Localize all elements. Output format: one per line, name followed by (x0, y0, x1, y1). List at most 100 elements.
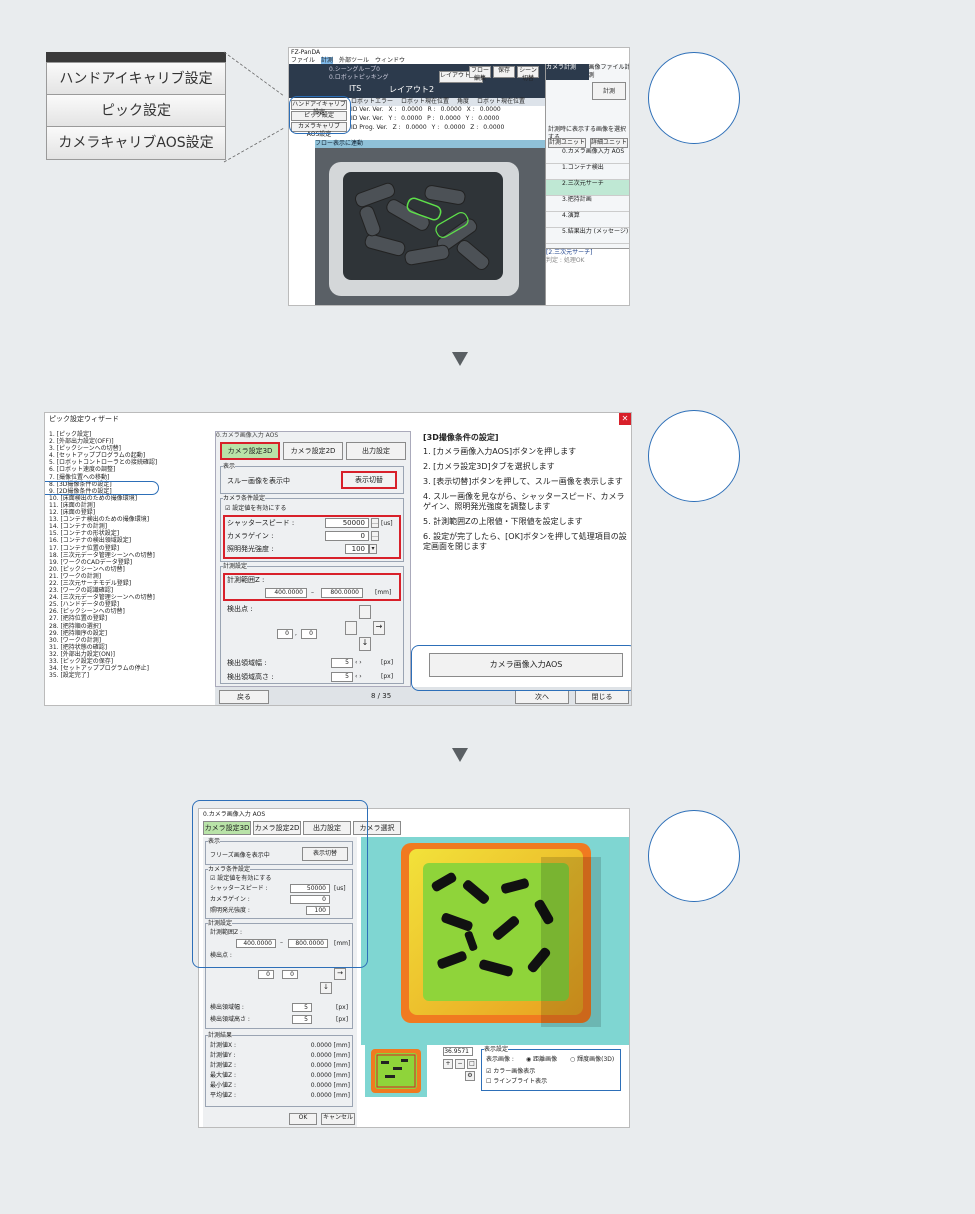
run-measure-button[interactable]: 計測 (592, 82, 626, 100)
wizard-step-item[interactable]: 10. [床面検出のための撮像環境] (49, 495, 217, 502)
detect-y-input[interactable]: 0 (301, 629, 317, 639)
measure-settings-group: 計測設定 計測範囲Z : 400.0000 – 800.0000 [mm] 検出… (220, 563, 404, 684)
wizard-step-item[interactable]: 11. [床面の計測] (49, 502, 217, 509)
flow-item[interactable]: 4.演算 (546, 212, 629, 228)
close-button[interactable]: 閉じる (575, 690, 629, 704)
height-stepper[interactable]: ‹ › (355, 673, 362, 681)
back-button[interactable]: 戻る (219, 690, 269, 704)
flow-item[interactable]: 1.コンテナ検出 (546, 164, 629, 180)
flow-item[interactable]: 3.把持計画 (546, 196, 629, 212)
arrow-left-button[interactable] (345, 621, 357, 635)
tab-camera-2d[interactable]: カメラ設定2D (283, 442, 343, 460)
detect-height-input[interactable]: 5 (292, 1015, 312, 1024)
gain-browse-button[interactable]: … (371, 531, 379, 541)
zoom-hand-eye-button[interactable]: ハンドアイキャリブ設定 (46, 62, 226, 96)
flow-item[interactable]: 0.カメラ画像入力 AOS (546, 148, 629, 164)
zoom-camera-calib-button[interactable]: カメラキャリブAOS設定 (46, 126, 226, 160)
wizard-step-item[interactable]: 35. [設定完了] (49, 672, 217, 679)
result-value: 0.0000 [mm] (310, 1082, 350, 1089)
wizard-title: ピック設定ウィザード (49, 415, 119, 423)
arrow-right-icon[interactable]: → (373, 621, 385, 635)
range-max-input[interactable]: 800.0000 (321, 588, 363, 598)
close-icon[interactable]: ✕ (619, 413, 631, 425)
chevron-down-icon[interactable]: ▾ (369, 544, 377, 554)
robot-cell: 0.0000 (405, 124, 427, 131)
radio-brightness-image[interactable]: ○ 輝度画像(3D) (570, 1056, 614, 1064)
side-buttons-highlight (289, 96, 351, 134)
help-line: 2. [カメラ設定3D]タブを選択します (423, 462, 555, 471)
width-stepper[interactable]: ‹ › (355, 659, 362, 667)
wizard-step-item[interactable]: 29. [把持順序の設定] (49, 630, 217, 637)
shutter-speed-input[interactable]: 50000 (325, 518, 369, 528)
detect-x-input[interactable]: 0 (277, 629, 293, 639)
wizard-step-item[interactable]: 17. [コンテナ位置の登録] (49, 545, 217, 552)
tab-camera-measure[interactable]: カメラ計測 (546, 64, 589, 80)
arrow-up-button[interactable] (359, 605, 371, 619)
detect-width-input[interactable]: 5 (292, 1003, 312, 1012)
enable-settings-checkbox[interactable]: ☑ 設定値を有効にする (225, 505, 286, 513)
arrow-right-icon[interactable]: → (334, 968, 346, 980)
wizard-step-item[interactable]: 18. [三次元データ管理シーンへの切替] (49, 552, 217, 559)
wizard-step-item[interactable]: 20. [ピックシーンへの切替] (49, 566, 217, 573)
tab-detail-unit[interactable]: 詳細ユニット (590, 138, 629, 148)
tab-output[interactable]: 出力設定 (346, 442, 406, 460)
zoom-in-icon[interactable]: + (443, 1059, 453, 1069)
height-unit: [px] (381, 673, 394, 680)
tab-camera-3d[interactable]: カメラ設定3D (220, 442, 280, 460)
wizard-step-item[interactable]: 6. [ロボット速度の調整] (49, 466, 217, 473)
tab-image-file-measure[interactable]: 画像ファイル計測 (589, 64, 630, 80)
camera-condition-group: カメラ条件設定 ☑ 設定値を有効にする シャッタースピード : 50000 … … (220, 495, 404, 562)
arrow-down-icon[interactable]: ↓ (359, 637, 371, 651)
camera-gain-input[interactable]: 0 (325, 531, 369, 541)
result-value: 0.0000 [mm] (310, 1062, 350, 1069)
next-button[interactable]: 次へ (515, 690, 569, 704)
radio-distance-image[interactable]: ◉ 距離画像 (526, 1056, 557, 1064)
detect-x-input[interactable]: 0 (258, 970, 274, 979)
panel-caption: 0.カメラ画像入力 AOS (216, 432, 279, 439)
detect-y-input[interactable]: 0 (282, 970, 298, 979)
zoom-fit-icon[interactable]: □ (467, 1059, 477, 1069)
save-button[interactable]: 保存 (493, 66, 515, 78)
display-toggle-button[interactable]: 表示切替 (341, 471, 397, 489)
tab-measure-unit[interactable]: 計測ユニット (548, 138, 587, 148)
flow-item[interactable]: 5.結果出力 (メッセージ) (546, 228, 629, 244)
detail-title: [2.三次元サーチ] (546, 249, 593, 256)
wizard-step-item[interactable]: 22. [三次元サーチモデル登録] (49, 580, 217, 587)
arrow-down-icon[interactable]: ↓ (320, 982, 332, 994)
settings-icon[interactable]: ⚙ (465, 1071, 475, 1081)
range-min-input[interactable]: 400.0000 (265, 588, 307, 598)
top-buttons: フロー編集 保存 シーン切替 (469, 66, 539, 82)
wizard-step-item[interactable]: 27. [把持位置の登録] (49, 615, 217, 622)
detect-comma: , (295, 630, 297, 637)
detect-width-input[interactable]: 5 (331, 658, 353, 668)
wizard-step-item[interactable]: 30. [ワークの計測] (49, 637, 217, 644)
robot-status-table: ロボットエラー ロボット現在位置 角度 ロボット現在位置 ID Ver. Ver… (351, 98, 545, 134)
zoom-pick-settings-button[interactable]: ピック設定 (46, 94, 226, 128)
line-bright-checkbox[interactable]: ☐ ラインブライト表示 (486, 1078, 547, 1086)
detect-height-input[interactable]: 5 (331, 672, 353, 682)
flow-edit-button[interactable]: フロー編集 (469, 66, 491, 82)
flow-item-selected[interactable]: 2.三次元サーチ (546, 180, 629, 196)
wizard-step-item[interactable]: 31. [把持状態の確認] (49, 644, 217, 651)
wizard-step-item[interactable]: 21. [ワークの計測] (49, 573, 217, 580)
light-intensity-select[interactable]: 100 (345, 544, 369, 554)
scene-switch-button[interactable]: シーン切替 (517, 66, 539, 82)
result-row: 最大値Z : 0.0000 [mm] (210, 1072, 350, 1082)
wizard-step-item[interactable]: 32. [外部出力設定(ON)] (49, 651, 217, 658)
depth-image (361, 837, 629, 1045)
result-label: 最小値Z : (210, 1082, 237, 1089)
detect-height-label: 検出領域高さ : (227, 673, 274, 681)
ok-button[interactable]: OK (289, 1113, 317, 1125)
color-image-checkbox[interactable]: ☑ カラー画像表示 (486, 1068, 535, 1076)
wizard-step-item[interactable]: 19. [ワークのCADデータ登録] (49, 559, 217, 566)
wizard-step-item[interactable]: 16. [コンテナの検出領域設定] (49, 537, 217, 544)
view-settings-group: 表示設定 表示画像 : ◉ 距離画像 ○ 輝度画像(3D) ☑ カラー画像表示 … (481, 1046, 621, 1091)
wizard-step-item[interactable]: 28. [把持順の選択] (49, 623, 217, 630)
shutter-browse-button[interactable]: … (371, 518, 379, 528)
zoom-value-input[interactable]: 36.9571 (443, 1047, 473, 1056)
zoom-out-icon[interactable]: − (455, 1059, 465, 1069)
cancel-button[interactable]: キャンセル (321, 1113, 355, 1125)
result-label: 平均値Z : (210, 1092, 237, 1099)
robot-cell: Z : (392, 124, 401, 131)
wizard-step-item[interactable]: 7. [撮像位置への移動] (49, 474, 217, 481)
